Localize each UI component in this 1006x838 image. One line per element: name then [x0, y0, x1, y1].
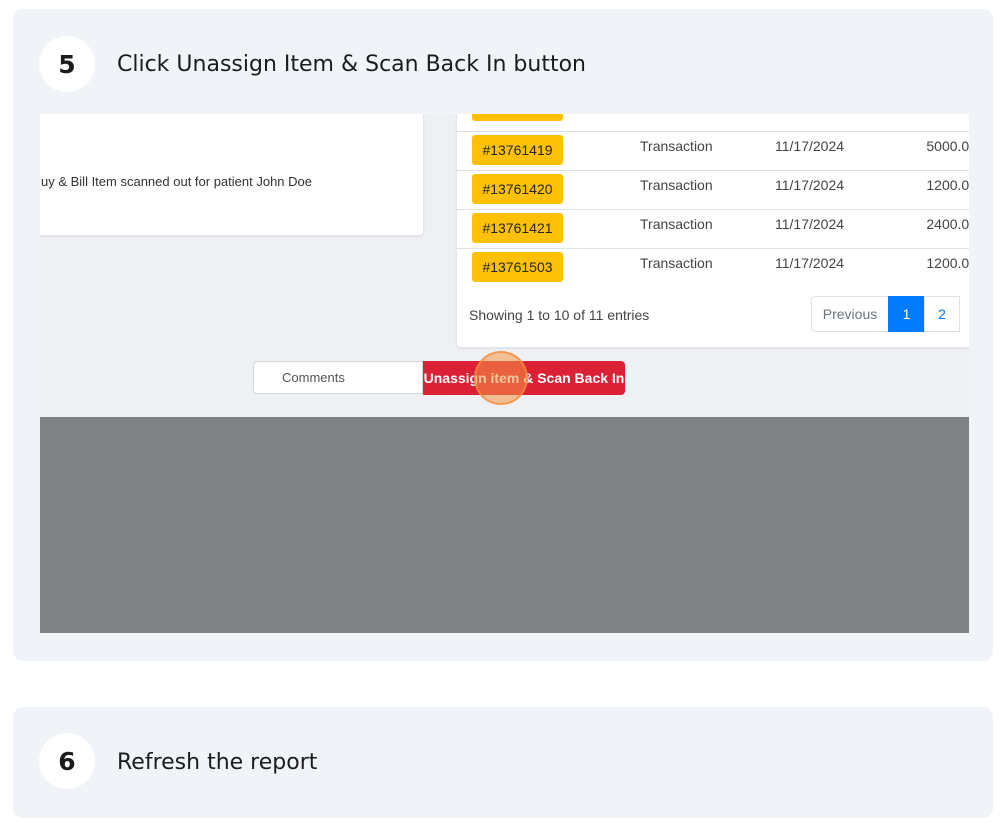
date-cell: 11/17/2024	[775, 138, 845, 154]
step-number: 6	[39, 733, 95, 789]
modal-overlay	[40, 417, 969, 633]
step-title: Click Unassign Item & Scan Back In butto…	[117, 52, 586, 77]
table-row: #13761421 Transaction 11/17/2024 2400.00	[457, 209, 969, 248]
amount-cell: 5000.00	[926, 138, 969, 154]
type-cell: Transaction	[640, 216, 713, 232]
table-row: #13761419 Transaction 11/17/2024 5000.00	[457, 131, 969, 170]
comments-input[interactable]	[253, 361, 423, 394]
step-number: 5	[39, 36, 95, 92]
id-badge[interactable]: #13761421	[472, 213, 563, 243]
id-badge[interactable]: #13761419	[472, 135, 563, 165]
table-row: #13761503 Transaction 11/17/2024 1200.00	[457, 248, 969, 287]
page-2-button[interactable]: 2	[924, 296, 960, 332]
activity-panel: uy & Bill Item scanned out for patient J…	[40, 114, 424, 236]
date-cell: 11/17/2024	[775, 177, 845, 193]
step-title: Refresh the report	[117, 750, 318, 775]
amount-cell: 1200.00	[926, 255, 969, 271]
id-badge-partial[interactable]: #13760912	[472, 114, 563, 121]
table-row: #13761420 Transaction 11/17/2024 1200.00	[457, 170, 969, 209]
transactions-table: #13760912 #13761419 Transaction 11/17/20…	[456, 114, 969, 348]
page-1-button[interactable]: 1	[888, 296, 925, 332]
activity-text: uy & Bill Item scanned out for patient J…	[41, 174, 312, 189]
previous-page-button[interactable]: Previous	[811, 296, 889, 332]
type-cell: Transaction	[640, 255, 713, 271]
type-cell: Transaction	[640, 138, 713, 154]
pagination: Previous 1 2	[811, 296, 960, 332]
id-badge[interactable]: #13761420	[472, 174, 563, 204]
unassign-scan-back-in-button[interactable]: Unassign item & Scan Back In	[423, 361, 625, 395]
amount-cell: 1200.00	[926, 177, 969, 193]
date-cell: 11/17/2024	[775, 255, 845, 271]
id-badge[interactable]: #13761503	[472, 252, 563, 282]
entries-info: Showing 1 to 10 of 11 entries	[469, 307, 650, 323]
step-screenshot: uy & Bill Item scanned out for patient J…	[40, 114, 969, 633]
step-card-5: 5 Click Unassign Item & Scan Back In but…	[13, 9, 993, 661]
amount-cell: 2400.00	[926, 216, 969, 232]
step-card-6: 6 Refresh the report	[13, 707, 993, 818]
type-cell: Transaction	[640, 177, 713, 193]
date-cell: 11/17/2024	[775, 216, 845, 232]
